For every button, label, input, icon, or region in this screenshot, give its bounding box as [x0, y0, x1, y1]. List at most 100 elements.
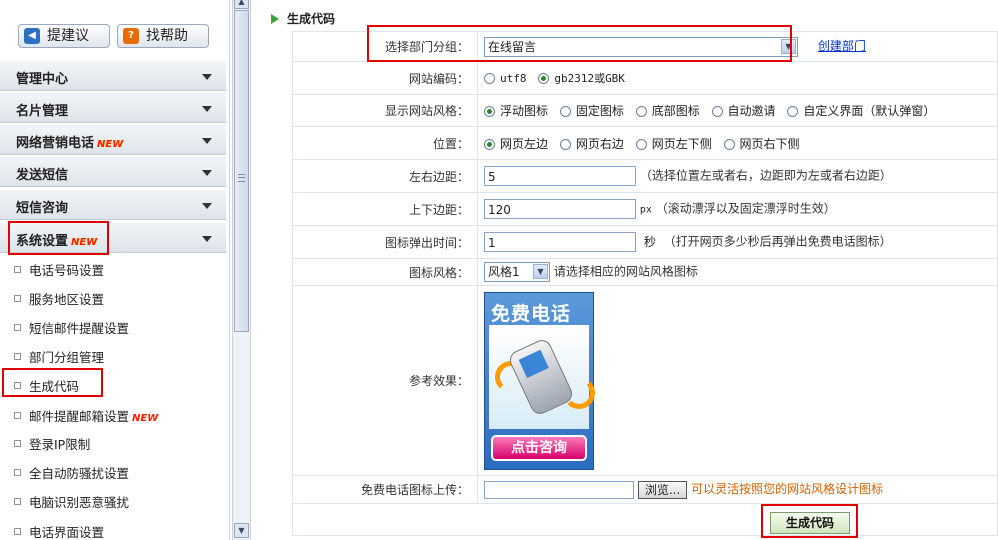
- settings-form: 选择部门分组： 在线留言 ▼ 创建部门 网站编码： utf8 gb2312或GBK…: [292, 31, 998, 536]
- mobile-phone-icon: [489, 324, 595, 429]
- main-content: 生成代码 选择部门分组： 在线留言 ▼ 创建部门 网站编码： utf8 gb231…: [251, 0, 998, 540]
- preview-title: 免费电话: [491, 302, 572, 325]
- style-auto-invite[interactable]: 自动邀请: [711, 104, 776, 118]
- radio-checked-icon[interactable]: [484, 138, 495, 150]
- position-right[interactable]: 网页右边: [559, 137, 624, 151]
- row-lr-margin: 左右边距： 5 （选择位置左或者右，边距即为左或者右边距）: [292, 159, 998, 193]
- create-dept-link[interactable]: 创建部门: [818, 39, 866, 53]
- radio-icon[interactable]: [559, 106, 571, 117]
- subitem-phone-ui[interactable]: 电话界面设置: [14, 522, 104, 540]
- radio-icon[interactable]: [484, 73, 495, 84]
- radio-icon[interactable]: [711, 106, 723, 117]
- radio-icon[interactable]: [559, 138, 571, 150]
- row-icon-style: 图标风格： 风格1 ▼ 请选择相应的网站风格图标: [292, 258, 998, 286]
- menu-label: 网络营销电话 NEW: [16, 136, 124, 151]
- style-bottom[interactable]: 底部图标: [635, 104, 700, 118]
- menu-label: 名片管理: [16, 104, 69, 119]
- radio-checked-icon[interactable]: [538, 73, 550, 84]
- popup-time-unit: 秒: [643, 234, 656, 249]
- back-arrow-icon: ◀: [24, 28, 40, 44]
- chevron-down-icon: [202, 203, 212, 209]
- encoding-gbk[interactable]: gb2312或GBK: [538, 71, 625, 85]
- subitem-service-area[interactable]: 服务地区设置: [14, 289, 104, 307]
- radio-icon[interactable]: [787, 106, 799, 117]
- row-position: 位置： 网页左边 网页右边 网页左下侧 网页右下侧: [292, 126, 998, 160]
- bullet-icon: [14, 440, 21, 447]
- upload-file-input[interactable]: [484, 480, 634, 499]
- preview-image: 免费电话 点击咨询: [484, 291, 595, 470]
- highlight-box: [367, 25, 792, 62]
- menu-label: 短信咨询: [16, 201, 69, 216]
- sidebar-top-buttons: ◀ 提建议 ? 找帮助: [0, 0, 229, 58]
- upload-label: 免费电话图标上传：: [292, 475, 478, 504]
- help-button[interactable]: ? 找帮助: [117, 24, 209, 48]
- lr-margin-input[interactable]: 5: [484, 166, 636, 186]
- radio-icon[interactable]: [635, 138, 647, 150]
- refresh-arrow-icon: [563, 376, 595, 409]
- bullet-icon: [14, 469, 21, 476]
- chevron-down-icon: ▼: [533, 264, 548, 279]
- preview-label: 参考效果：: [292, 285, 478, 476]
- suggest-label: 提建议: [47, 28, 89, 44]
- position-left[interactable]: 网页左边: [484, 137, 548, 151]
- chevron-down-icon: [202, 138, 212, 144]
- icon-style-select[interactable]: 风格1 ▼: [484, 262, 550, 282]
- subitem-dept-group[interactable]: 部门分组管理: [14, 347, 104, 365]
- arrow-right-icon: [271, 14, 279, 24]
- encoding-utf8[interactable]: utf8: [484, 71, 527, 85]
- subitem-phone-settings[interactable]: 电话号码设置: [14, 260, 104, 278]
- style-fixed[interactable]: 固定图标: [559, 104, 624, 118]
- question-icon: ?: [123, 28, 139, 44]
- scroll-thumb[interactable]: [234, 10, 249, 332]
- style-custom[interactable]: 自定义界面（默认弹窗）: [787, 104, 935, 118]
- subitem-email-reminder-box[interactable]: 邮件提醒邮箱设置 NEW: [14, 406, 158, 424]
- lr-margin-label: 左右边距：: [292, 159, 478, 193]
- browse-button[interactable]: 浏览...: [637, 480, 688, 499]
- new-badge: NEW: [97, 139, 124, 150]
- section-title: 生成代码: [271, 10, 335, 27]
- highlight-box: [8, 221, 109, 255]
- suggest-button[interactable]: ◀ 提建议: [18, 24, 110, 48]
- tb-margin-label: 上下边距：: [292, 192, 478, 226]
- style-label: 显示网站风格：: [292, 94, 478, 127]
- bullet-icon: [14, 498, 21, 505]
- menu-card-management[interactable]: 名片管理: [0, 92, 226, 123]
- sidebar: ◀ 提建议 ? 找帮助 管理中心 名片管理 网络营销电话 NEW 发送短信 短信咨…: [0, 0, 230, 540]
- scroll-up-icon[interactable]: ▲: [234, 0, 249, 9]
- position-lower-left[interactable]: 网页左下侧: [635, 137, 712, 151]
- tb-margin-input[interactable]: 120: [484, 199, 636, 219]
- popup-time-label: 图标弹出时间：: [292, 225, 478, 259]
- bullet-icon: [14, 266, 21, 273]
- bullet-icon: [14, 528, 21, 535]
- menu-admin-center[interactable]: 管理中心: [0, 60, 226, 91]
- grip-icon: [238, 174, 245, 182]
- menu-web-marketing-phone[interactable]: 网络营销电话 NEW: [0, 124, 226, 155]
- subitem-login-ip-limit[interactable]: 登录IP限制: [14, 434, 90, 452]
- highlight-box: [761, 504, 858, 538]
- row-preview: 参考效果： 免费电话 点击咨询: [292, 285, 998, 476]
- subitem-anti-harass[interactable]: 全自动防骚扰设置: [14, 463, 129, 481]
- icon-style-label: 图标风格：: [292, 258, 478, 286]
- sidebar-scrollbar[interactable]: ▲ ▼: [232, 0, 251, 540]
- subitem-pc-recognition[interactable]: 电脑识别恶意骚扰: [14, 492, 129, 510]
- subitem-sms-email-reminder[interactable]: 短信邮件提醒设置: [14, 318, 129, 336]
- scroll-down-icon[interactable]: ▼: [234, 523, 249, 538]
- menu-send-sms[interactable]: 发送短信: [0, 156, 226, 187]
- help-label: 找帮助: [146, 28, 188, 44]
- row-popup-time: 图标弹出时间： 1 秒 （打开网页多少秒后再弹出免费电话图标）: [292, 225, 998, 259]
- position-lower-right[interactable]: 网页右下侧: [723, 137, 800, 151]
- radio-icon[interactable]: [635, 106, 647, 117]
- popup-time-hint: （打开网页多少秒后再弹出免费电话图标）: [663, 234, 892, 249]
- bullet-icon: [14, 412, 21, 419]
- radio-checked-icon[interactable]: [484, 106, 495, 117]
- highlight-box: [2, 368, 103, 397]
- radio-icon[interactable]: [723, 138, 735, 150]
- tb-margin-hint: （滚动漂浮以及固定漂浮时生效）: [655, 201, 836, 216]
- encoding-label: 网站编码：: [292, 61, 478, 95]
- preview-consult-button: 点击咨询: [491, 434, 587, 461]
- row-upload: 免费电话图标上传： 浏览... 可以灵活按照您的网站风格设计图标: [292, 475, 998, 504]
- popup-time-input[interactable]: 1: [484, 232, 636, 252]
- style-floating[interactable]: 浮动图标: [484, 104, 548, 118]
- menu-sms-consult[interactable]: 短信咨询: [0, 189, 226, 220]
- bullet-icon: [14, 324, 21, 331]
